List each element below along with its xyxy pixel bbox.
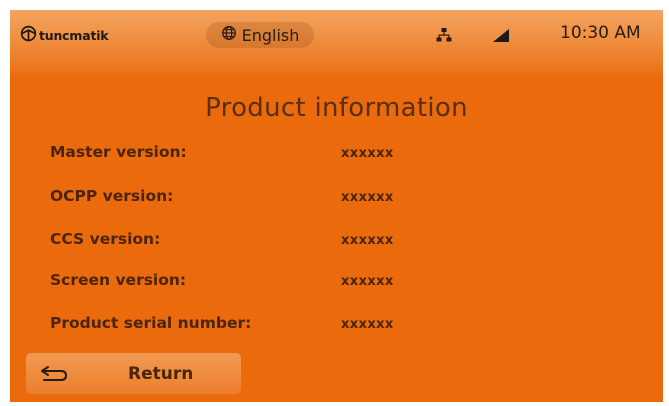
info-row-master-version: Master version: xxxxxx — [50, 143, 610, 165]
info-row-product-serial-number: Product serial number: xxxxxx — [50, 314, 610, 336]
info-label: Screen version: — [50, 271, 187, 289]
device-screen: tuncmatik English 10:30 AM Product infor… — [10, 10, 663, 402]
info-row-ocpp-version: OCPP version: xxxxxx — [50, 187, 610, 209]
info-value: xxxxxx — [341, 190, 394, 205]
clock-time: 10:30 AM — [560, 23, 641, 43]
info-value: xxxxxx — [341, 146, 394, 161]
info-value: xxxxxx — [341, 233, 394, 248]
globe-icon — [221, 25, 242, 45]
brand-logo: tuncmatik — [19, 24, 109, 47]
brand-name: tuncmatik — [39, 28, 109, 43]
language-label: English — [241, 25, 300, 45]
info-value: xxxxxx — [341, 274, 394, 289]
return-button-label: Return — [128, 364, 194, 384]
network-icon — [436, 27, 452, 43]
info-row-screen-version: Screen version: xxxxxx — [50, 271, 610, 293]
signal-icon — [492, 27, 510, 43]
return-arrow-icon — [39, 364, 71, 384]
info-label: Product serial number: — [50, 314, 252, 332]
status-bar: tuncmatik English 10:30 AM — [10, 10, 663, 78]
language-selector[interactable]: English — [206, 22, 314, 48]
info-row-ccs-version: CCS version: xxxxxx — [50, 230, 610, 252]
info-value: xxxxxx — [341, 317, 394, 332]
tuncmatik-logo-icon — [19, 24, 38, 47]
info-label: CCS version: — [50, 230, 161, 248]
info-label: OCPP version: — [50, 187, 174, 205]
info-label: Master version: — [50, 143, 187, 161]
return-button[interactable]: Return — [26, 353, 241, 394]
page-title: Product information — [205, 93, 468, 123]
